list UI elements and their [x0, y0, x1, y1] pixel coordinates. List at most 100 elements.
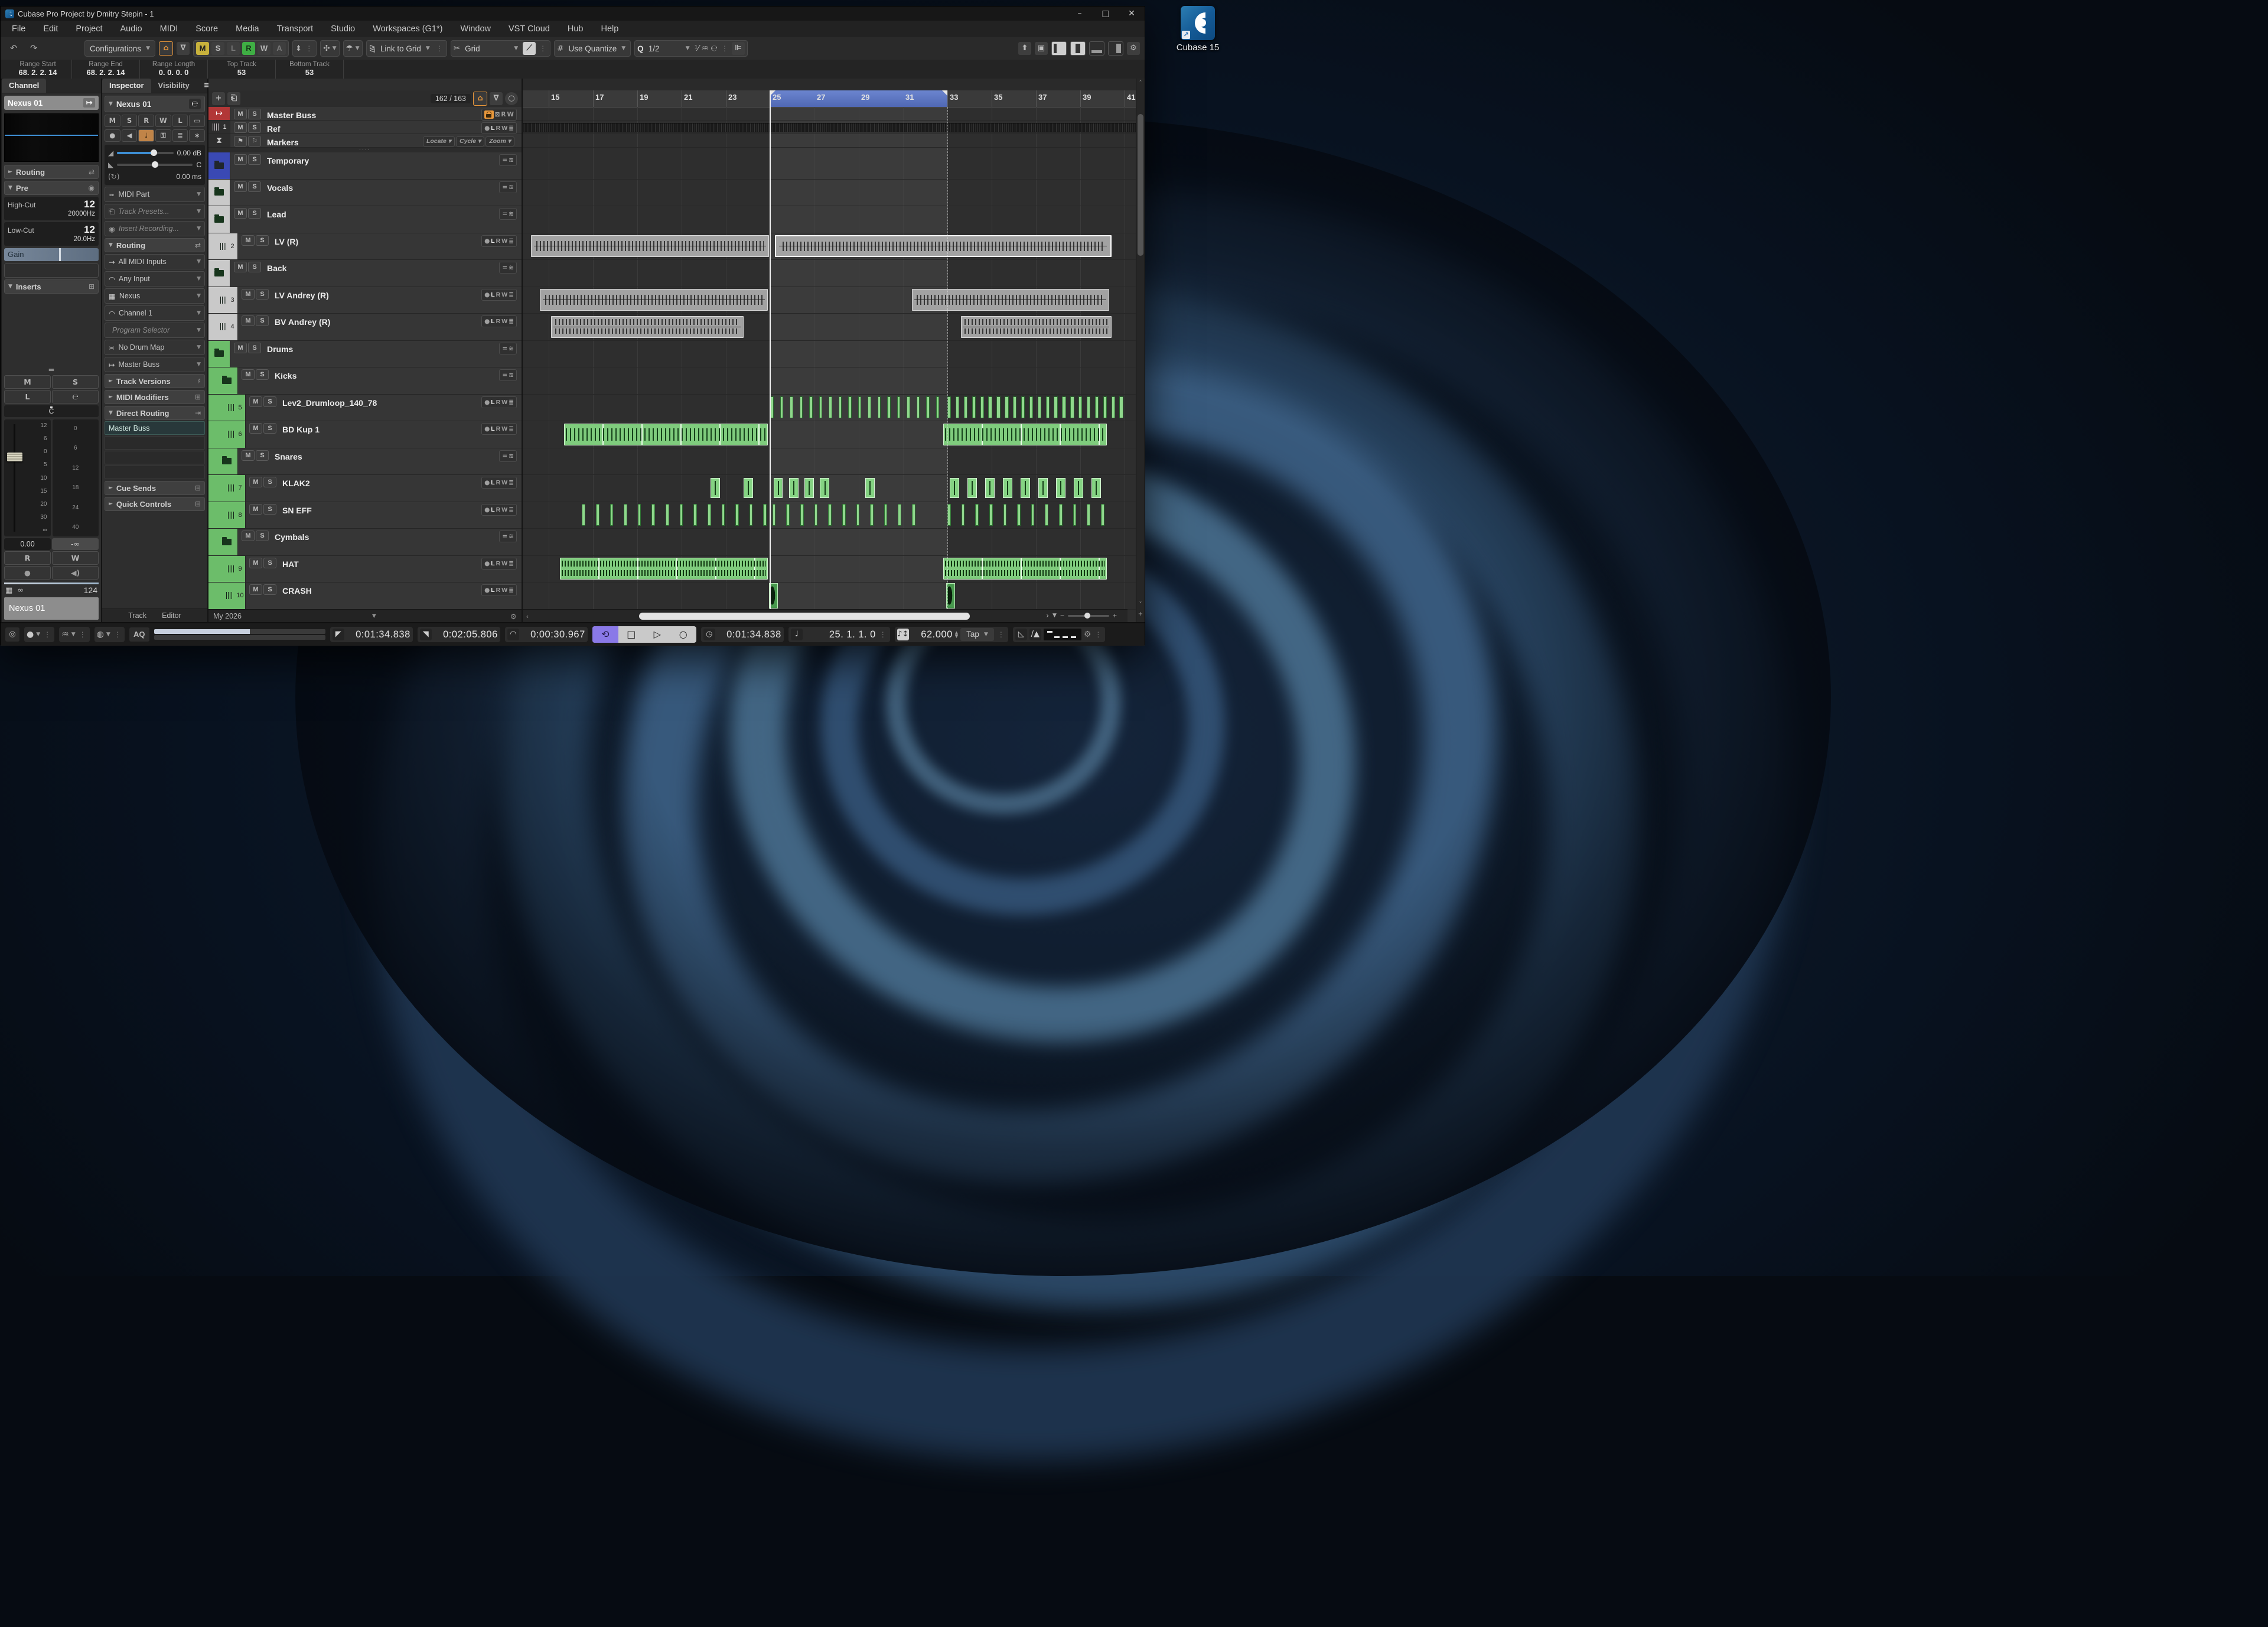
auto-quantize-button[interactable]: AQ — [129, 627, 149, 642]
menu-vst-cloud[interactable]: VST Cloud — [500, 21, 559, 37]
write-button[interactable]: W — [501, 124, 507, 132]
channel-ms-m-button[interactable]: M — [4, 375, 51, 389]
midi-hit-event[interactable] — [786, 504, 790, 526]
track-color-cell[interactable]: 7 — [224, 475, 246, 502]
mute-button[interactable]: M — [249, 584, 262, 595]
record-enable-icon[interactable]: ● — [4, 566, 51, 580]
snare-hit-event[interactable] — [789, 478, 799, 498]
mute-button[interactable]: M — [242, 289, 255, 300]
stop-button[interactable]: □ — [618, 626, 644, 643]
horizontal-scrollbar[interactable]: ‹ ›▼−+ — [523, 609, 1128, 622]
group-edit-icon[interactable]: = — [502, 183, 507, 191]
maximize-button[interactable]: □ — [1093, 6, 1119, 21]
record-mode-group[interactable]: ●▼⋮ — [24, 627, 54, 642]
cycle-region[interactable] — [770, 90, 947, 107]
event-lane-bv-andrey-r-[interactable] — [523, 314, 1136, 341]
lanes-icon[interactable]: ≣ — [509, 398, 514, 406]
midi-hit-event[interactable] — [722, 504, 725, 526]
footer-gear-icon[interactable]: ⚙ — [510, 612, 517, 621]
cubase-app-icon[interactable]: ↗ — [1181, 6, 1215, 40]
solo-button[interactable]: S — [256, 315, 269, 326]
record-enable-icon[interactable]: ● — [484, 237, 490, 245]
midi-hit-event[interactable] — [1062, 396, 1065, 418]
track-search-icon[interactable]: ○ — [505, 92, 518, 105]
track-color-cell[interactable] — [216, 529, 238, 555]
midi-hit-event[interactable] — [988, 396, 992, 418]
mute-button[interactable]: M — [234, 154, 247, 165]
midi-hit-event[interactable] — [1021, 396, 1025, 418]
snare-hit-event[interactable] — [985, 478, 995, 498]
listen-button[interactable]: L — [491, 425, 494, 433]
section-quick-controls[interactable]: ►Quick Controls⊟ — [105, 497, 205, 511]
event-lane-snares[interactable] — [523, 448, 1136, 476]
read-button[interactable]: R — [496, 398, 501, 406]
midi-hit-event[interactable] — [1038, 396, 1041, 418]
routing-row-no-drum-map[interactable]: ≍No Drum Map▼ — [105, 340, 205, 355]
track-presets-row[interactable]: ⎗Track Presets...▼ — [105, 204, 205, 219]
keyboard-icon[interactable]: ▦ — [5, 586, 12, 595]
group-edit-icon[interactable]: = — [502, 263, 507, 272]
midi-hit-event[interactable] — [1087, 504, 1090, 526]
lanes-icon[interactable]: ≣ — [509, 317, 514, 326]
midi-hit-event[interactable] — [1017, 504, 1021, 526]
write-button[interactable]: W — [501, 317, 507, 326]
menu-studio[interactable]: Studio — [322, 21, 364, 37]
mute-button[interactable]: M — [242, 235, 255, 246]
tab-channel[interactable]: Channel — [2, 79, 46, 93]
configurations-dropdown[interactable]: Configurations▼ — [84, 40, 155, 57]
minimize-button[interactable]: – — [1067, 6, 1093, 21]
automation-s-button[interactable]: S — [211, 42, 224, 55]
channel-name-field[interactable]: Nexus 01 ↦ — [4, 96, 99, 110]
snare-hit-event[interactable] — [804, 478, 814, 498]
snare-hit-event[interactable] — [1021, 478, 1030, 498]
midi-hit-event[interactable] — [828, 504, 832, 526]
audio-event[interactable] — [551, 316, 744, 338]
event-lane-back[interactable] — [523, 260, 1136, 287]
midi-hit-event[interactable] — [1087, 396, 1090, 418]
track-row-lev2-drumloop-140-78[interactable]: 5MSLev2_Drumloop_140_78●LRW≣ — [208, 395, 522, 422]
playhead-cursor[interactable] — [770, 90, 771, 609]
audio-event[interactable] — [775, 235, 1112, 257]
event-lane-ref[interactable] — [523, 121, 1136, 134]
track-row-markers[interactable]: ⧗⚑⚐MarkersLocate ▾Cycle ▾Zoom ▾ — [208, 134, 522, 148]
solo-button[interactable]: S — [263, 504, 276, 515]
midi-hit-event[interactable] — [912, 504, 915, 526]
hat-event[interactable] — [943, 558, 1107, 580]
midi-hit-event[interactable] — [842, 504, 846, 526]
read-button[interactable]: R — [496, 291, 501, 299]
snap-link-to-grid[interactable]: ⧎ Link to Grid▼ ⋮ — [366, 40, 447, 57]
inspector-r-button[interactable]: R — [138, 115, 154, 127]
solo-button[interactable]: S — [248, 181, 261, 192]
midi-hit-event[interactable] — [989, 504, 993, 526]
midi-hit-event[interactable] — [1119, 396, 1123, 418]
track-row-sn-eff[interactable]: 8MSSN EFF●LRW≣ — [208, 502, 522, 529]
meter-peak-value[interactable]: -∞ — [52, 538, 99, 550]
fader-handle[interactable] — [7, 453, 22, 461]
track-row-temporary[interactable]: MSTemporary=≋ — [208, 152, 522, 180]
snare-hit-event[interactable] — [1056, 478, 1065, 498]
record-enable-icon[interactable]: ● — [484, 586, 490, 594]
read-button[interactable]: R — [496, 479, 501, 487]
low-cut-control[interactable]: Low-Cut12 20.0Hz — [4, 222, 99, 246]
edit-channel-icon[interactable]: ℮ — [189, 99, 201, 109]
midi-hit-event[interactable] — [1112, 396, 1115, 418]
footer-caret-icon[interactable]: ▼ — [372, 613, 376, 619]
primary-time-display[interactable]: ◷ 0:01:34.838 — [701, 627, 784, 642]
mute-button[interactable]: M — [234, 181, 247, 192]
track-row-cymbals[interactable]: MSCymbals=≋ — [208, 529, 522, 556]
write-button[interactable]: W — [501, 479, 507, 487]
solo-button[interactable]: S — [248, 109, 261, 119]
snare-hit-event[interactable] — [1074, 478, 1083, 498]
lanes-icon[interactable]: ≣ — [509, 559, 514, 568]
snare-hit-event[interactable] — [1038, 478, 1048, 498]
track-row-snares[interactable]: MSSnares=≋ — [208, 448, 522, 476]
solo-button[interactable]: S — [263, 477, 276, 487]
snare-hit-event[interactable] — [820, 478, 829, 498]
solo-button[interactable]: S — [248, 122, 261, 133]
mute-button[interactable]: M — [234, 262, 247, 272]
cycle-button[interactable]: ⟲ — [592, 626, 618, 643]
listen-button[interactable]: L — [491, 124, 494, 132]
midi-hit-event[interactable] — [750, 504, 753, 526]
solo-button[interactable]: S — [256, 450, 269, 461]
midi-hit-event[interactable] — [582, 504, 585, 526]
